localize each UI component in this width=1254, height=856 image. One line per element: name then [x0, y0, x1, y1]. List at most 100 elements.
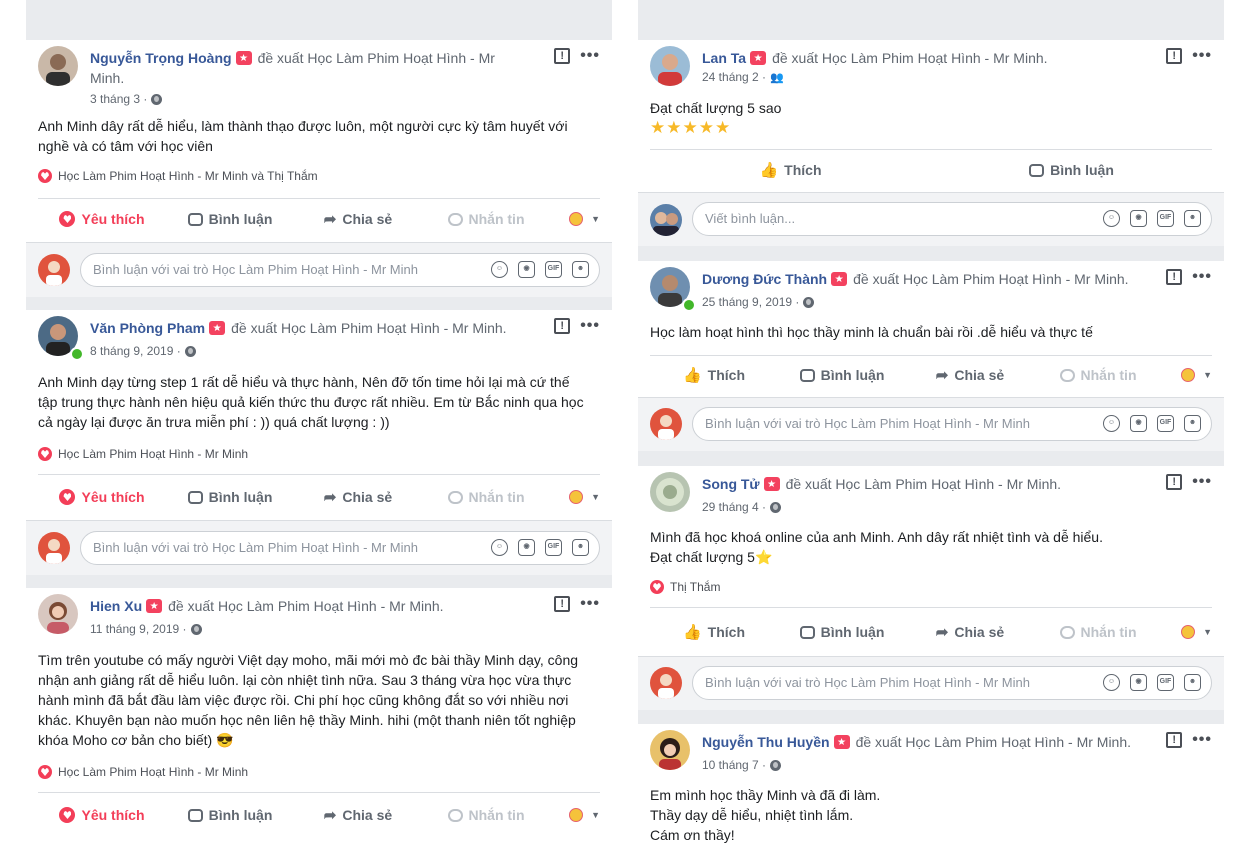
more-options-icon[interactable]: ••• — [1192, 269, 1212, 285]
report-icon[interactable]: ! — [554, 596, 571, 612]
sticker-icon[interactable]: ☻ — [1184, 674, 1201, 691]
report-icon[interactable]: ! — [554, 48, 571, 64]
like-button[interactable]: 👍 Thích — [650, 366, 778, 384]
page-link[interactable]: Học Làm Phim Hoạt Hình - Mr Minh. — [281, 320, 507, 336]
more-options-icon[interactable]: ••• — [580, 48, 600, 64]
like-button[interactable]: 👍 Thích — [650, 623, 778, 641]
love-button[interactable]: Yêu thích — [38, 211, 166, 227]
author-name[interactable]: Văn Phòng Pham — [90, 320, 205, 336]
comment-button[interactable]: Bình luận — [166, 211, 294, 227]
react-as-selector[interactable]: ▼ — [550, 212, 600, 226]
camera-icon[interactable]: ◉ — [518, 261, 535, 278]
avatar[interactable] — [38, 46, 78, 86]
post-time[interactable]: 8 tháng 9, 2019 · — [90, 344, 181, 358]
comment-button[interactable]: Bình luận — [778, 367, 906, 383]
more-options-icon[interactable]: ••• — [580, 596, 600, 612]
comment-button[interactable]: Bình luận — [166, 807, 294, 823]
sticker-icon[interactable]: ☻ — [572, 539, 589, 556]
more-options-icon[interactable]: ••• — [1192, 732, 1212, 748]
post-time[interactable]: 3 tháng 3 · — [90, 92, 147, 106]
react-as-selector[interactable]: ▼ — [1162, 625, 1212, 639]
post-time[interactable]: 10 tháng 7 · — [702, 758, 766, 772]
author-name[interactable]: Nguyễn Trọng Hoàng — [90, 50, 232, 66]
reaction-summary[interactable]: Học Làm Phim Hoạt Hình - Mr Minh và Thị … — [38, 169, 318, 183]
avatar[interactable] — [650, 46, 690, 86]
page-link[interactable]: Học Làm Phim Hoạt Hình - Mr Minh. — [835, 476, 1061, 492]
share-button[interactable]: ➦ Chia sẻ — [294, 210, 422, 228]
more-options-icon[interactable]: ••• — [580, 318, 600, 334]
gif-icon[interactable]: GIF — [1157, 674, 1174, 691]
emoji-icon[interactable]: ☺ — [1103, 210, 1120, 227]
message-button[interactable]: Nhắn tin — [422, 807, 550, 823]
comment-input[interactable]: Bình luận với vai trò Học Làm Phim Hoạt … — [80, 531, 600, 565]
page-avatar-icon — [569, 808, 584, 822]
gif-icon[interactable]: GIF — [545, 539, 562, 556]
gif-icon[interactable]: GIF — [1157, 415, 1174, 432]
author-name[interactable]: Nguyễn Thu Huyền — [702, 734, 830, 750]
comment-tools: ☺ ◉ GIF ☻ — [1103, 210, 1201, 227]
sticker-icon[interactable]: ☻ — [1184, 210, 1201, 227]
gif-icon[interactable]: GIF — [545, 261, 562, 278]
page-link[interactable]: Học Làm Phim Hoạt Hình - Mr Minh. — [903, 271, 1129, 287]
emoji-icon[interactable]: ☺ — [1103, 415, 1120, 432]
page-link[interactable]: Học Làm Phim Hoạt Hình - Mr Minh. — [822, 50, 1048, 66]
avatar[interactable] — [650, 730, 690, 770]
comment-input[interactable]: Bình luận với vai trò Học Làm Phim Hoạt … — [692, 407, 1212, 441]
message-button[interactable]: Nhắn tin — [1034, 624, 1162, 640]
report-icon[interactable]: ! — [554, 318, 571, 334]
avatar[interactable] — [650, 472, 690, 512]
love-button[interactable]: Yêu thích — [38, 807, 166, 823]
share-button[interactable]: ➦ Chia sẻ — [294, 488, 422, 506]
author-name[interactable]: Song Tử — [702, 476, 760, 492]
author-name[interactable]: Dương Đức Thành — [702, 271, 827, 287]
camera-icon[interactable]: ◉ — [1130, 674, 1147, 691]
author-name[interactable]: Hien Xu — [90, 598, 142, 614]
post-time[interactable]: 29 tháng 4 · — [702, 500, 766, 514]
avatar[interactable] — [38, 594, 78, 634]
report-icon[interactable]: ! — [1166, 732, 1183, 748]
more-options-icon[interactable]: ••• — [1192, 474, 1212, 490]
camera-icon[interactable]: ◉ — [1130, 210, 1147, 227]
react-as-selector[interactable]: ▼ — [1162, 368, 1212, 382]
message-button[interactable]: Nhắn tin — [1034, 367, 1162, 383]
sticker-icon[interactable]: ☻ — [1184, 415, 1201, 432]
gif-icon[interactable]: GIF — [1157, 210, 1174, 227]
more-options-icon[interactable]: ••• — [1192, 48, 1212, 64]
share-button[interactable]: ➦ Chia sẻ — [906, 623, 1034, 641]
globe-icon — [803, 296, 815, 308]
report-icon[interactable]: ! — [1166, 48, 1183, 64]
author-name[interactable]: Lan Ta — [702, 50, 746, 66]
comment-composer: Bình luận với vai trò Học Làm Phim Hoạt … — [638, 656, 1224, 710]
message-button[interactable]: Nhắn tin — [422, 489, 550, 505]
camera-icon[interactable]: ◉ — [518, 539, 535, 556]
comment-input[interactable]: Bình luận với vai trò Học Làm Phim Hoạt … — [692, 666, 1212, 700]
emoji-icon[interactable]: ☺ — [1103, 674, 1120, 691]
page-link[interactable]: Học Làm Phim Hoạt Hình - Mr Minh. — [218, 598, 444, 614]
report-icon[interactable]: ! — [1166, 269, 1183, 285]
post-time[interactable]: 25 tháng 9, 2019 · — [702, 295, 799, 309]
react-as-selector[interactable]: ▼ — [550, 808, 600, 822]
comment-button[interactable]: Bình luận — [778, 624, 906, 640]
recommends-text: đề xuất — [772, 50, 819, 66]
post-time[interactable]: 24 tháng 2 · — [702, 70, 766, 84]
camera-icon[interactable]: ◉ — [1130, 415, 1147, 432]
react-as-selector[interactable]: ▼ — [550, 490, 600, 504]
post-time[interactable]: 11 tháng 9, 2019 · — [90, 622, 187, 636]
report-icon[interactable]: ! — [1166, 474, 1183, 490]
like-button[interactable]: 👍 Thích — [650, 161, 931, 179]
reaction-summary[interactable]: Thị Thắm — [650, 580, 720, 594]
emoji-icon[interactable]: ☺ — [491, 261, 508, 278]
comment-input[interactable]: Bình luận với vai trò Học Làm Phim Hoạt … — [80, 253, 600, 287]
comment-button[interactable]: Bình luận — [166, 489, 294, 505]
sticker-icon[interactable]: ☻ — [572, 261, 589, 278]
reaction-summary[interactable]: Học Làm Phim Hoạt Hình - Mr Minh — [38, 447, 248, 461]
share-button[interactable]: ➦ Chia sẻ — [294, 806, 422, 824]
page-link[interactable]: Học Làm Phim Hoạt Hình - Mr Minh. — [905, 734, 1131, 750]
message-button[interactable]: Nhắn tin — [422, 211, 550, 227]
comment-input[interactable]: Viết bình luận... ☺ ◉ GIF ☻ — [692, 202, 1212, 236]
share-button[interactable]: ➦ Chia sẻ — [906, 366, 1034, 384]
comment-button[interactable]: Bình luận — [931, 162, 1212, 178]
love-button[interactable]: Yêu thích — [38, 489, 166, 505]
reaction-summary[interactable]: Học Làm Phim Hoạt Hình - Mr Minh — [38, 765, 248, 779]
emoji-icon[interactable]: ☺ — [491, 539, 508, 556]
